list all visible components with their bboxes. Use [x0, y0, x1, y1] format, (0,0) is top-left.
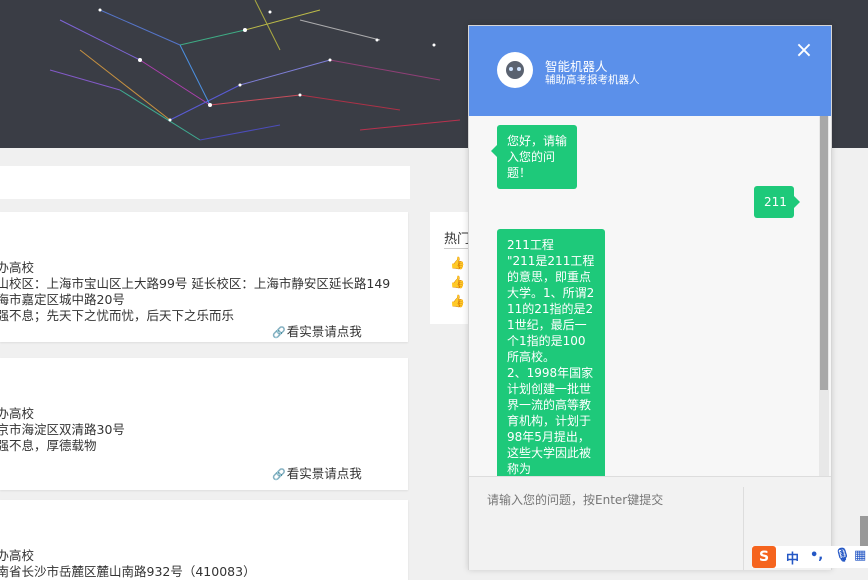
hot-title: 热门	[444, 232, 471, 247]
thumbs-up-icon[interactable]: 👍	[450, 294, 465, 308]
page-scrollbar-thumb[interactable]	[860, 516, 868, 546]
school-motto: 自强不息，厚德载物	[0, 438, 97, 453]
view-scene-link[interactable]: 🔗看实景请点我	[272, 321, 362, 340]
ime-toolbar: S 中 •, 🎙 ▦	[752, 546, 868, 568]
school-address: 湖南省长沙市岳麓区麓山南路932号（410083）	[0, 564, 256, 579]
chat-header: 智能机器人 辅助高考报考机器人 ×	[469, 26, 831, 116]
message-scrollbar[interactable]	[819, 116, 829, 476]
ime-mode[interactable]: 中	[786, 548, 799, 567]
chat-input[interactable]: 请输入您的问题，按Enter键提交	[487, 491, 737, 508]
view-scene-label: 看实景请点我	[286, 466, 362, 481]
microphone-icon[interactable]: 🎙	[834, 548, 851, 563]
divider	[743, 487, 744, 570]
school-card: 公办高校 宝山校区：上海市宝山区上大路99号 延长校区：上海市静安区延长路149…	[0, 212, 408, 342]
bot-message: 您好，请输入您的问题！	[491, 125, 577, 189]
scrollbar-thumb[interactable]	[820, 116, 828, 390]
school-motto: 自强不息；先天下之忧而忧，后天下之乐而乐	[0, 308, 235, 323]
keyboard-icon[interactable]: ▦	[854, 548, 866, 563]
thumbs-up-icon[interactable]: 👍	[450, 275, 465, 289]
chat-window: 智能机器人 辅助高考报考机器人 × 您好，请输入您的问题！ 211 211工程 …	[468, 25, 832, 570]
link-icon: 🔗	[272, 468, 286, 481]
close-icon[interactable]: ×	[793, 40, 815, 62]
robot-icon	[506, 61, 524, 79]
view-scene-label: 看实景请点我	[286, 324, 362, 339]
bot-message: 211工程 "211是211工程的意思，即重点大学。1、所谓211的21指的是2…	[497, 229, 605, 476]
search-strip	[0, 166, 410, 199]
thumbs-up-icon[interactable]: 👍	[450, 256, 465, 270]
school-card: 公办高校 湖南省长沙市岳麓区麓山南路932号（410083）	[0, 500, 408, 580]
sogou-logo-icon[interactable]: S	[752, 546, 776, 568]
message-list: 您好，请输入您的问题！ 211 211工程 "211是211工程的意思，即重点大…	[469, 116, 831, 476]
view-scene-link[interactable]: 🔗看实景请点我	[272, 463, 362, 482]
bot-description: 辅助高考报考机器人	[545, 74, 640, 86]
user-message: 211	[754, 186, 800, 218]
school-card: 公办高校 北京市海淀区双清路30号 自强不息，厚德载物 🔗看实景请点我	[0, 358, 408, 490]
bot-avatar	[497, 52, 533, 88]
ime-punctuation[interactable]: •,	[810, 548, 823, 563]
link-icon: 🔗	[272, 326, 286, 339]
